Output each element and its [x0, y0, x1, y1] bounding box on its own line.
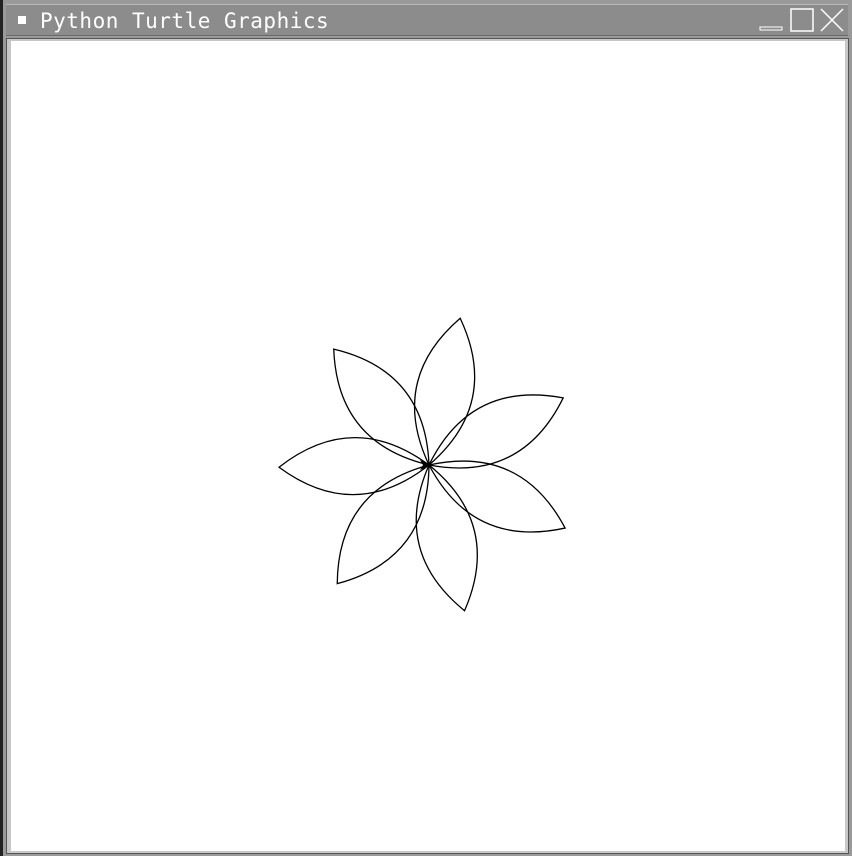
- canvas-frame: [6, 38, 849, 854]
- title-bar[interactable]: Python Turtle Graphics: [6, 4, 848, 36]
- maximize-button[interactable]: [789, 7, 815, 33]
- flower-petal: [415, 463, 478, 612]
- maximize-icon: [790, 8, 814, 32]
- flower-petal: [413, 317, 476, 467]
- flower-petal: [336, 464, 430, 585]
- close-button[interactable]: [819, 7, 845, 33]
- flower-petal: [428, 394, 565, 469]
- window-menu-icon[interactable]: [18, 16, 26, 24]
- flower-petal: [428, 460, 567, 533]
- close-icon: [820, 8, 844, 32]
- turtle-window: Python Turtle Graphics: [0, 0, 852, 856]
- flower-petal: [333, 348, 430, 466]
- minimize-button[interactable]: [758, 7, 784, 33]
- minimize-icon: [759, 26, 783, 31]
- drawing-canvas[interactable]: [11, 41, 845, 851]
- window-title: Python Turtle Graphics: [40, 9, 330, 33]
- window-edge: [0, 0, 3, 856]
- turtle-drawing: [277, 317, 567, 612]
- flower-petal: [277, 436, 431, 496]
